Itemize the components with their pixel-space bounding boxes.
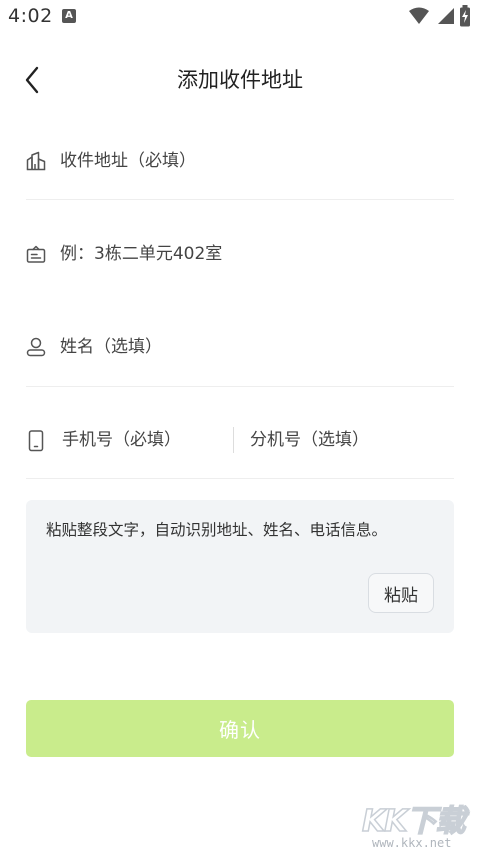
address-input[interactable]: [60, 147, 440, 175]
detail-address-input[interactable]: [60, 240, 440, 268]
divider: [26, 199, 454, 200]
notification-letter: A: [65, 10, 73, 21]
extension-input[interactable]: [250, 426, 440, 454]
watermark-url: www.kkx.net: [372, 836, 452, 850]
detail-row[interactable]: [26, 226, 454, 282]
header: 添加收件地址: [0, 50, 480, 110]
smart-paste-box: 粘贴: [26, 500, 454, 633]
door-plate-icon: [26, 244, 46, 264]
battery-icon: [459, 5, 471, 31]
notification-icon: A: [62, 9, 76, 23]
status-time: 4:02: [8, 5, 53, 27]
status-bar: 4:02 A: [0, 0, 480, 34]
divider: [26, 386, 454, 387]
wifi-icon: [408, 6, 430, 30]
phone-separator: [233, 427, 234, 453]
paste-textarea[interactable]: [46, 518, 441, 568]
address-row[interactable]: [26, 133, 454, 189]
page-title: 添加收件地址: [177, 68, 303, 92]
name-row[interactable]: [26, 319, 454, 375]
person-icon: [26, 337, 46, 357]
watermark: KK下载 www.kkx.net: [361, 796, 474, 850]
phone-icon: [26, 430, 46, 452]
name-input[interactable]: [60, 333, 440, 361]
watermark-logo: KK下载: [361, 803, 466, 840]
phone-input[interactable]: [62, 426, 222, 454]
building-icon: [26, 151, 46, 171]
paste-button[interactable]: 粘贴: [368, 573, 434, 613]
phone-row: [26, 412, 454, 468]
divider: [26, 478, 454, 479]
confirm-button[interactable]: 确认: [26, 700, 454, 757]
signal-icon: [436, 6, 456, 30]
add-address-screen: 4:02 A 添加收件地址 收件地址（必填） 例：3栋二单元402室 姓名（选填…: [0, 0, 480, 853]
